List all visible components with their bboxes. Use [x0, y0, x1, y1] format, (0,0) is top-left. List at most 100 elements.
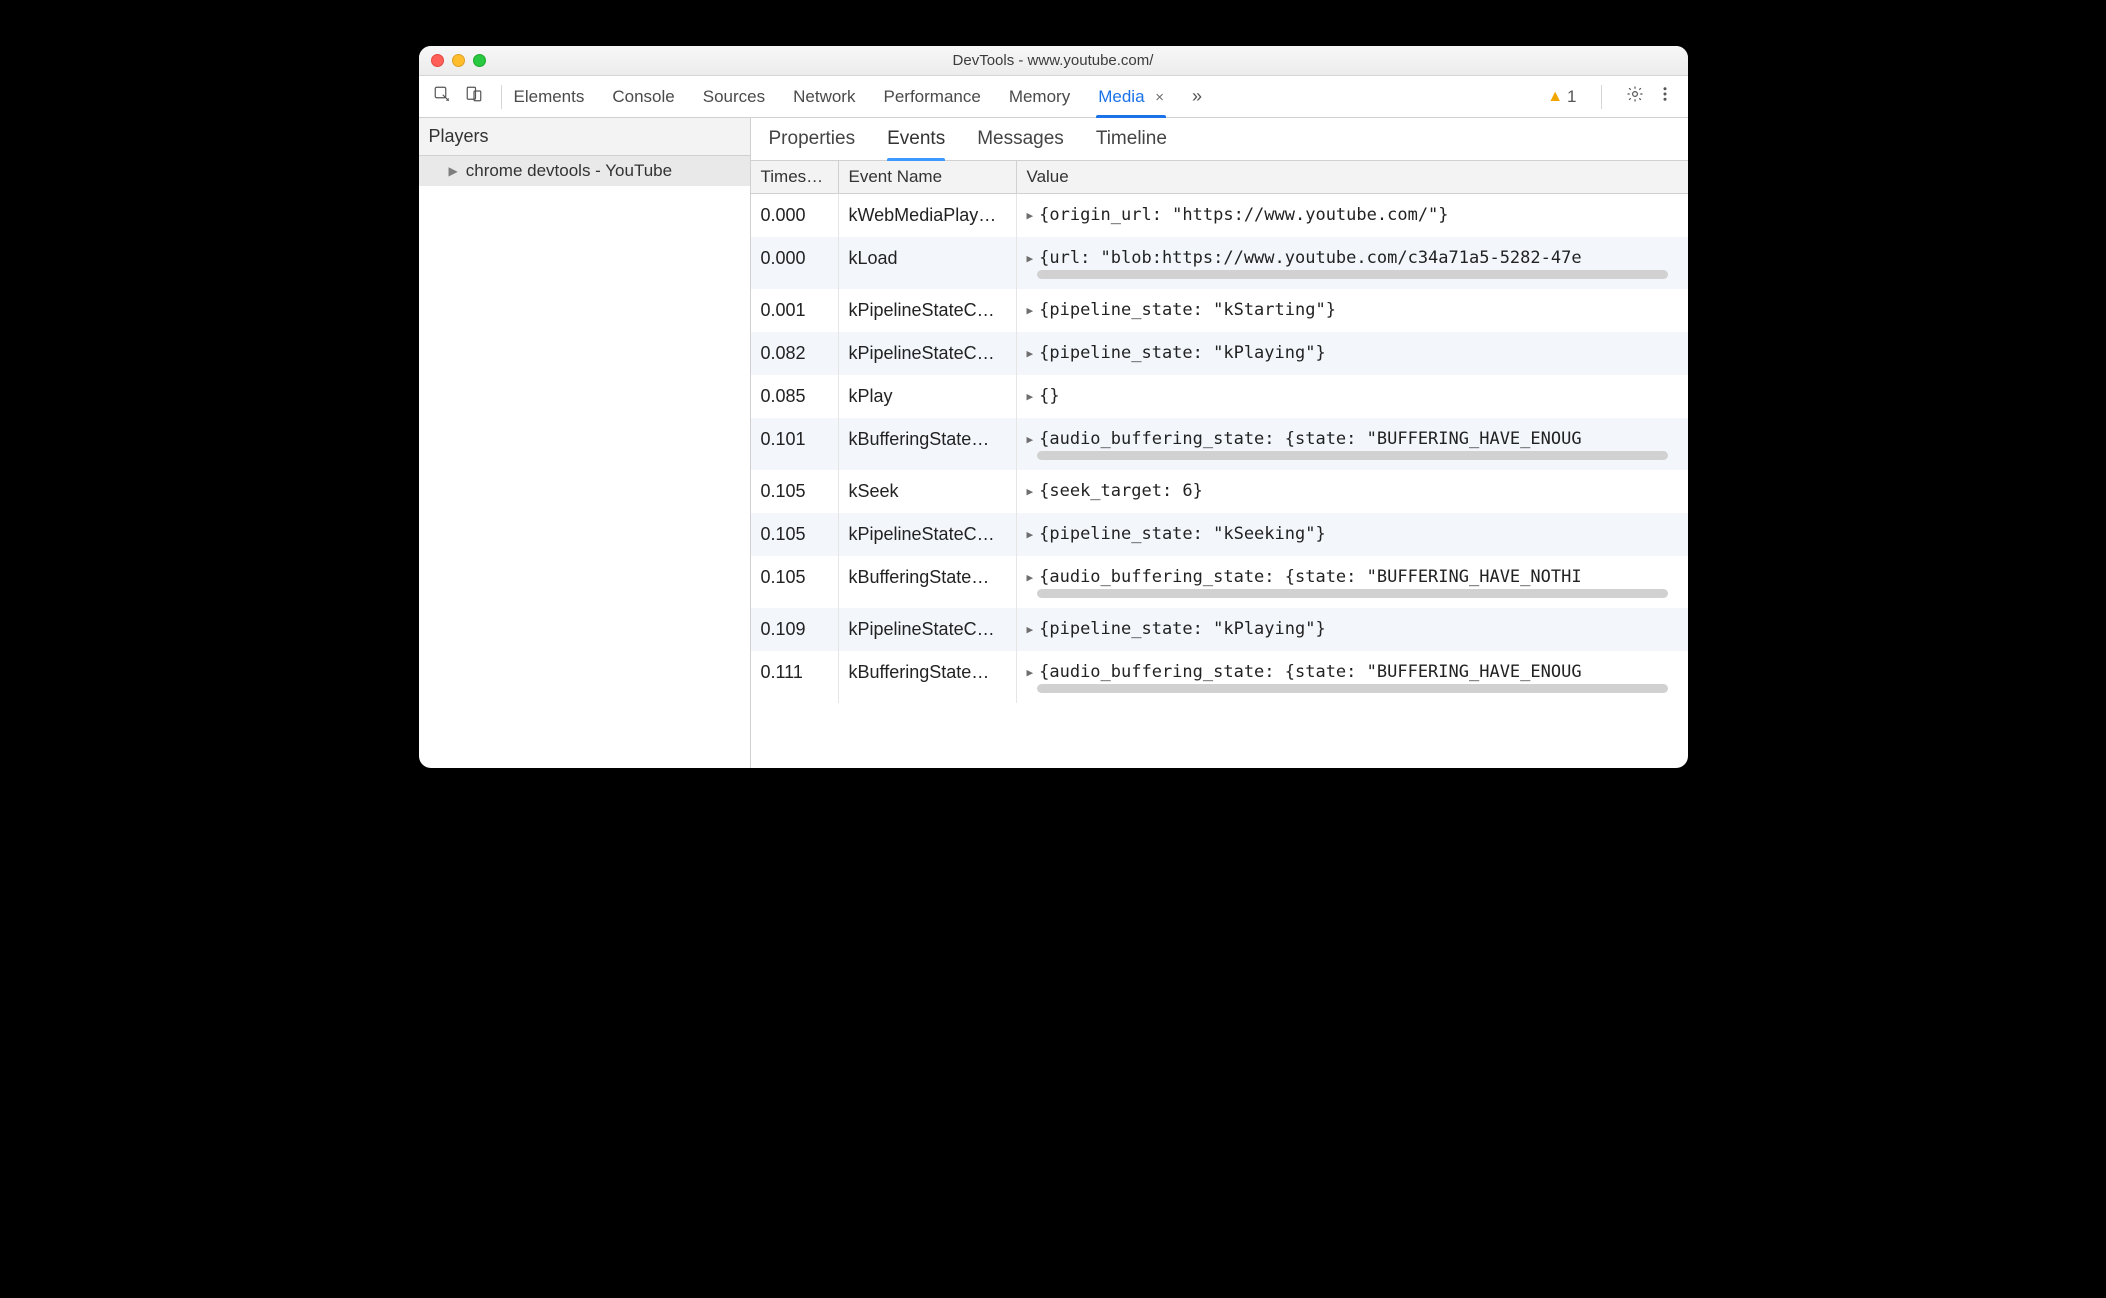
tab-media-label: Media: [1098, 87, 1144, 106]
tab-media[interactable]: Media ×: [1098, 77, 1164, 117]
horizontal-scroll-indicator[interactable]: [1037, 451, 1668, 460]
cell-timestamp: 0.085: [751, 375, 839, 418]
chevron-right-icon: ▶: [1027, 209, 1034, 222]
cell-value[interactable]: ▶{url: "blob:https://www.youtube.com/c34…: [1017, 237, 1688, 289]
table-row[interactable]: 0.105kPipelineStateC…▶{pipeline_state: "…: [751, 513, 1688, 556]
cell-event-name: kBufferingState…: [839, 418, 1017, 470]
table-row[interactable]: 0.000kWebMediaPlay… ▶ {origin_url: "https:…: [751, 194, 1688, 237]
cell-event-name: kBufferingState…: [839, 651, 1017, 703]
table-row[interactable]: 0.105kSeek▶{seek_target: 6}: [751, 470, 1688, 513]
devtools-toolbar: Elements Console Sources Network Perform…: [419, 76, 1688, 118]
col-event-name[interactable]: Event Name: [839, 161, 1017, 193]
cell-timestamp: 0.105: [751, 556, 839, 608]
chevron-right-icon: ▶: [1027, 347, 1034, 360]
warnings-indicator[interactable]: ▲ 1: [1547, 87, 1576, 107]
cell-timestamp: 0.001: [751, 289, 839, 332]
more-tabs-icon[interactable]: »: [1192, 86, 1202, 107]
cell-value[interactable]: ▶{seek_target: 6}: [1017, 470, 1688, 513]
cell-event-name: kPipelineStateC…: [839, 608, 1017, 651]
device-toggle-icon[interactable]: [465, 85, 483, 108]
table-row[interactable]: 0.105kBufferingState…▶{audio_buffering_s…: [751, 556, 1688, 608]
cell-value[interactable]: ▶ {}: [1017, 375, 1688, 418]
cell-timestamp: 0.109: [751, 608, 839, 651]
cell-value[interactable]: ▶ {origin_url: "https://www.youtube.com/"…: [1017, 194, 1688, 237]
value-text: {}: [1039, 386, 1059, 406]
value-text: {audio_buffering_state: {state: "BUFFERI…: [1039, 662, 1581, 682]
chevron-right-icon: ▶: [1027, 433, 1034, 446]
horizontal-scroll-indicator[interactable]: [1037, 684, 1668, 693]
value-text: {pipeline_state: "kSeeking"}: [1039, 524, 1326, 544]
cell-value[interactable]: ▶ {audio_buffering_state: {state: "BUFFER…: [1017, 651, 1688, 703]
cell-timestamp: 0.111: [751, 651, 839, 703]
events-table: Times… Event Name Value 0.000kWebMediaPl…: [751, 161, 1688, 768]
tab-sources[interactable]: Sources: [703, 77, 765, 117]
separator: [1601, 85, 1602, 109]
cell-event-name: kPipelineStateC…: [839, 289, 1017, 332]
chevron-right-icon: ▶: [1027, 666, 1034, 679]
close-tab-icon[interactable]: ×: [1155, 89, 1164, 106]
table-row[interactable]: 0.111kBufferingState… ▶ {audio_buffering_s…: [751, 651, 1688, 703]
sidebar-item-label: chrome devtools - YouTube: [466, 161, 672, 181]
cell-event-name: kWebMediaPlay…: [839, 194, 1017, 237]
value-text: {audio_buffering_state: {state: "BUFFERI…: [1039, 567, 1581, 587]
subtab-events[interactable]: Events: [887, 128, 945, 160]
cell-event-name: kSeek: [839, 470, 1017, 513]
cell-timestamp: 0.082: [751, 332, 839, 375]
tab-elements[interactable]: Elements: [514, 77, 585, 117]
cell-timestamp: 0.105: [751, 513, 839, 556]
settings-icon[interactable]: [1626, 85, 1644, 108]
cell-value[interactable]: ▶ {pipeline_state: "kSeeking"}: [1017, 513, 1688, 556]
value-text: {url: "blob:https://www.youtube.com/c34a…: [1039, 248, 1581, 268]
warning-icon: ▲: [1547, 88, 1563, 106]
cell-value[interactable]: ▶ {audio_buffering_state: {state: "BUFFER…: [1017, 418, 1688, 470]
separator: [501, 85, 502, 109]
titlebar: DevTools - www.youtube.com/: [419, 46, 1688, 76]
table-row[interactable]: 0.082kPipelineStateC…▶{pipeline_state: "…: [751, 332, 1688, 375]
cell-value[interactable]: ▶ {pipeline_state: "kPlaying"}: [1017, 608, 1688, 651]
panel-tabs: Elements Console Sources Network Perform…: [514, 77, 1548, 117]
table-header: Times… Event Name Value: [751, 161, 1688, 194]
value-text: {origin_url: "https://www.youtube.com/"}: [1039, 205, 1448, 225]
col-value[interactable]: Value: [1017, 161, 1688, 193]
chevron-right-icon: ▶: [1027, 304, 1034, 317]
value-text: {pipeline_state: "kStarting"}: [1039, 300, 1336, 320]
sidebar-item-player[interactable]: ▶ chrome devtools - YouTube: [419, 156, 750, 186]
cell-value[interactable]: ▶ {pipeline_state: "kPlaying"}: [1017, 332, 1688, 375]
subtab-messages[interactable]: Messages: [977, 128, 1064, 160]
media-subtabs: Properties Events Messages Timeline: [751, 118, 1688, 161]
table-row[interactable]: 0.101kBufferingState… ▶ {audio_buffering_s…: [751, 418, 1688, 470]
inspect-icon[interactable]: [433, 85, 451, 108]
window-title: DevTools - www.youtube.com/: [419, 52, 1688, 69]
chevron-right-icon: ▶: [1027, 485, 1034, 498]
cell-value[interactable]: ▶{audio_buffering_state: {state: "BUFFER…: [1017, 556, 1688, 608]
cell-event-name: kBufferingState…: [839, 556, 1017, 608]
chevron-right-icon: ▶: [1027, 528, 1034, 541]
table-row[interactable]: 0.000kLoad▶{url: "blob:https://www.youtu…: [751, 237, 1688, 289]
chevron-right-icon: ▶: [1027, 390, 1034, 403]
subtab-properties[interactable]: Properties: [769, 128, 856, 160]
table-body[interactable]: 0.000kWebMediaPlay… ▶ {origin_url: "https:…: [751, 194, 1688, 768]
tab-performance[interactable]: Performance: [883, 77, 980, 117]
subtab-timeline[interactable]: Timeline: [1096, 128, 1167, 160]
tab-console[interactable]: Console: [612, 77, 674, 117]
cell-event-name: kLoad: [839, 237, 1017, 289]
col-timestamp[interactable]: Times…: [751, 161, 839, 193]
tab-memory[interactable]: Memory: [1009, 77, 1070, 117]
main-panel: Properties Events Messages Timeline Time…: [751, 118, 1688, 768]
horizontal-scroll-indicator[interactable]: [1037, 589, 1668, 598]
cell-timestamp: 0.000: [751, 194, 839, 237]
table-row[interactable]: 0.109kPipelineStateC… ▶ {pipeline_state: "…: [751, 608, 1688, 651]
cell-timestamp: 0.101: [751, 418, 839, 470]
value-text: {audio_buffering_state: {state: "BUFFERI…: [1039, 429, 1581, 449]
value-text: {pipeline_state: "kPlaying"}: [1039, 619, 1326, 639]
horizontal-scroll-indicator[interactable]: [1037, 270, 1668, 279]
chevron-right-icon: ▶: [1027, 623, 1034, 636]
chevron-right-icon: ▶: [449, 164, 458, 178]
sidebar-header: Players: [419, 118, 750, 156]
cell-value[interactable]: ▶ {pipeline_state: "kStarting"}: [1017, 289, 1688, 332]
value-text: {pipeline_state: "kPlaying"}: [1039, 343, 1326, 363]
tab-network[interactable]: Network: [793, 77, 855, 117]
table-row[interactable]: 0.001kPipelineStateC… ▶ {pipeline_state: "…: [751, 289, 1688, 332]
table-row[interactable]: 0.085kPlay▶{}: [751, 375, 1688, 418]
more-menu-icon[interactable]: [1656, 85, 1674, 108]
